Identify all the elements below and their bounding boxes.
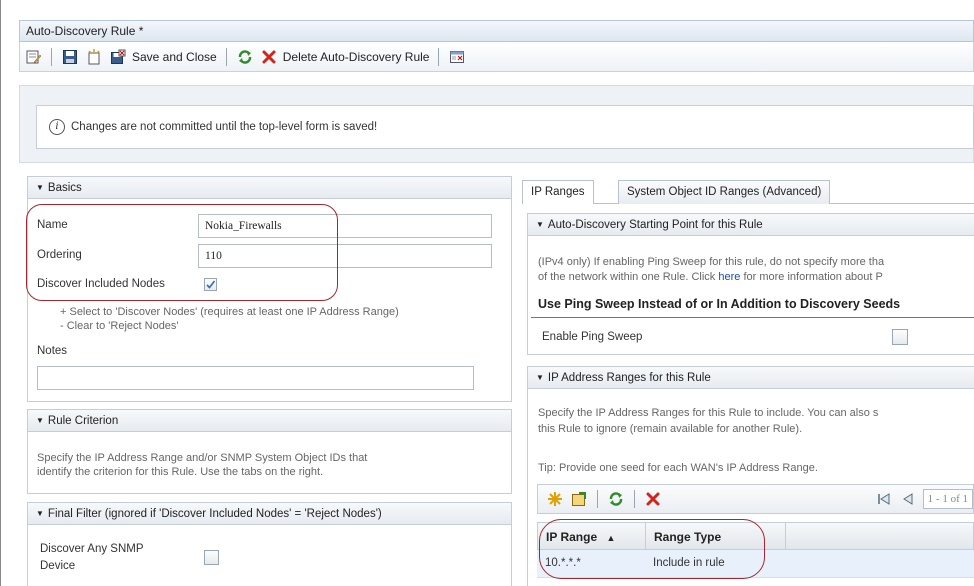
collapse-arrow-icon: ▼ <box>36 183 44 192</box>
delete-rule-button[interactable]: Delete Auto-Discovery Rule <box>260 48 430 66</box>
ip-ranges-tip: Tip: Provide one seed for each WAN's IP … <box>538 462 818 474</box>
new-icon[interactable] <box>85 48 103 66</box>
starting-point-text-2-pre: of the network within one Rule. Click <box>538 271 719 283</box>
final-filter-header-label: Final Filter (ignored if 'Discover Inclu… <box>47 508 382 520</box>
rule-criterion-header[interactable]: ▼ Rule Criterion <box>28 410 511 432</box>
edit-form-icon[interactable] <box>24 48 42 66</box>
grid-toolbar: 1 - 1 of 1 <box>537 484 974 514</box>
basics-header-label: Basics <box>47 182 82 194</box>
save-icon[interactable] <box>61 48 79 66</box>
grid-delete-icon[interactable] <box>644 490 662 508</box>
heading-rule <box>531 317 974 318</box>
starting-point-text-2-post: for more information about P <box>740 271 883 283</box>
toolbar-separator <box>634 490 635 508</box>
ping-sweep-heading: Use Ping Sweep Instead of or In Addition… <box>538 297 901 311</box>
final-filter-header[interactable]: ▼ Final Filter (ignored if 'Discover Incl… <box>28 503 511 525</box>
toolbar-separator <box>225 47 227 66</box>
grid-refresh-icon[interactable] <box>607 490 625 508</box>
annotation-oval-basics <box>26 204 338 301</box>
first-page-icon[interactable] <box>875 490 893 508</box>
ip-ranges-text-2: this Rule to ignore (remain available fo… <box>538 423 803 435</box>
info-icon: i <box>49 119 65 135</box>
dialog-title: Auto-Discovery Rule * <box>19 20 974 42</box>
rule-criterion-text-2: identify the criterion for this Rule. Us… <box>37 466 324 478</box>
rule-criterion-header-label: Rule Criterion <box>47 415 119 427</box>
collapse-arrow-icon: ▼ <box>536 220 544 229</box>
collapse-arrow-icon: ▼ <box>536 373 544 382</box>
starting-point-header[interactable]: ▼ Auto-Discovery Starting Point for this … <box>528 214 974 236</box>
toolbar-separator <box>597 490 598 508</box>
ip-ranges-header[interactable]: ▼ IP Address Ranges for this Rule <box>528 367 974 389</box>
pager-field[interactable]: 1 - 1 of 1 <box>922 489 973 509</box>
here-link[interactable]: here <box>718 271 740 283</box>
save-and-close-button[interactable]: Save and Close <box>109 48 217 66</box>
delete-x-icon <box>260 48 278 66</box>
toolbar-separator <box>51 47 52 66</box>
enable-ping-sweep-checkbox[interactable] <box>892 329 908 345</box>
tab-system-object-id-ranges[interactable]: System Object ID Ranges (Advanced) <box>618 180 831 204</box>
open-record-icon[interactable] <box>570 490 588 508</box>
starting-point-text-2: of the network within one Rule. Click he… <box>538 271 883 283</box>
toolbar-separator <box>438 47 440 66</box>
starting-point-text-1: (IPv4 only) If enabling Ping Sweep for t… <box>538 256 885 268</box>
basics-header[interactable]: ▼ Basics <box>28 177 511 199</box>
discover-hint-select: + Select to 'Discover Nodes' (requires a… <box>60 306 399 318</box>
notes-field[interactable] <box>37 366 474 390</box>
snmp-label-line1: Discover Any SNMP <box>40 543 144 555</box>
save-close-icon <box>109 48 127 66</box>
annotation-oval-table <box>539 519 765 579</box>
prev-page-icon[interactable] <box>899 490 917 508</box>
window-left-border <box>0 0 1 586</box>
ip-ranges-text-1: Specify the IP Address Ranges for this R… <box>538 407 879 419</box>
delete-rule-label: Delete Auto-Discovery Rule <box>282 49 430 64</box>
save-and-close-label: Save and Close <box>132 49 217 64</box>
collapse-arrow-icon: ▼ <box>36 416 44 425</box>
discover-hint-clear: - Clear to 'Reject Nodes' <box>60 320 179 332</box>
tab-ip-ranges[interactable]: IP Ranges <box>522 180 594 204</box>
new-row-star-icon[interactable] <box>546 490 564 508</box>
collapse-arrow-icon: ▼ <box>36 509 44 518</box>
discover-any-snmp-checkbox[interactable] <box>204 550 219 565</box>
ip-ranges-header-label: IP Address Ranges for this Rule <box>547 372 711 384</box>
refresh-icon[interactable] <box>236 48 254 66</box>
rule-criterion-text-1: Specify the IP Address Range and/or SNMP… <box>37 452 368 464</box>
close-form-icon[interactable] <box>448 48 466 66</box>
notes-label: Notes <box>37 345 68 357</box>
toolbar: Save and Close Delete Auto-Discovery Rul… <box>19 42 974 72</box>
starting-point-header-label: Auto-Discovery Starting Point for this R… <box>547 219 763 231</box>
info-message: Changes are not committed until the top-… <box>71 121 378 133</box>
snmp-label-line2: Device <box>40 560 76 572</box>
info-banner: i Changes are not committed until the to… <box>36 105 974 149</box>
enable-ping-sweep-label: Enable Ping Sweep <box>542 331 643 343</box>
